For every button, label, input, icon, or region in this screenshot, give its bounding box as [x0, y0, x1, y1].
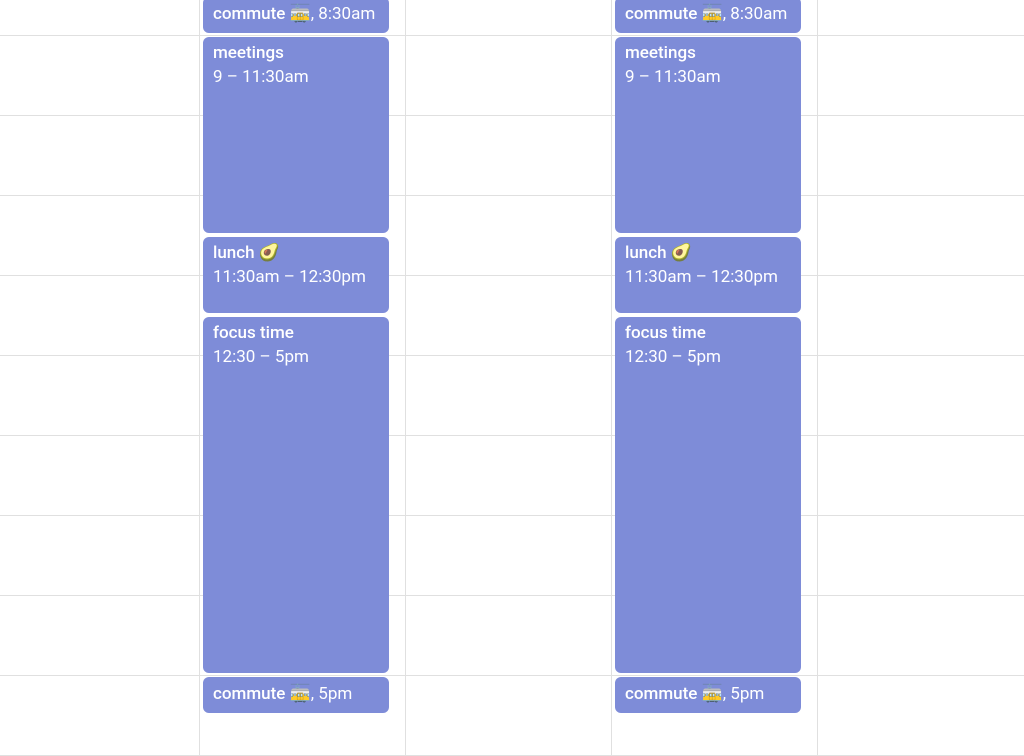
- day-gridline: [405, 0, 406, 755]
- event-time: 12:30 – 5pm: [213, 346, 379, 370]
- event-time: , 5pm: [723, 683, 765, 707]
- hour-gridline: [0, 595, 1024, 596]
- event-time: , 8:30am: [723, 3, 788, 27]
- day-gridline: [817, 0, 818, 755]
- calendar-event[interactable]: meetings9 – 11:30am: [203, 37, 389, 233]
- event-title: commute 🚋: [625, 3, 723, 27]
- event-title: focus time: [625, 322, 791, 346]
- calendar-event[interactable]: lunch 🥑11:30am – 12:30pm: [203, 237, 389, 313]
- calendar-grid[interactable]: commute 🚋, 8:30ammeetings9 – 11:30amlunc…: [0, 0, 1024, 755]
- event-time: 9 – 11:30am: [213, 66, 379, 90]
- event-time: 9 – 11:30am: [625, 66, 791, 90]
- event-title: lunch 🥑: [213, 242, 379, 266]
- event-title: lunch 🥑: [625, 242, 791, 266]
- calendar-event[interactable]: commute 🚋, 8:30am: [615, 0, 801, 33]
- event-title: focus time: [213, 322, 379, 346]
- event-title: meetings: [625, 42, 791, 66]
- hour-gridline: [0, 355, 1024, 356]
- hour-gridline: [0, 515, 1024, 516]
- event-title: commute 🚋: [625, 683, 723, 707]
- hour-gridline: [0, 35, 1024, 36]
- hour-gridline: [0, 435, 1024, 436]
- hour-gridline: [0, 195, 1024, 196]
- calendar-event[interactable]: commute 🚋, 5pm: [615, 677, 801, 713]
- event-time: , 8:30am: [311, 3, 376, 27]
- hour-gridline: [0, 675, 1024, 676]
- calendar-event[interactable]: commute 🚋, 5pm: [203, 677, 389, 713]
- calendar-event[interactable]: meetings9 – 11:30am: [615, 37, 801, 233]
- hour-gridline: [0, 275, 1024, 276]
- calendar-event[interactable]: focus time12:30 – 5pm: [615, 317, 801, 673]
- event-title: meetings: [213, 42, 379, 66]
- event-time: 11:30am – 12:30pm: [213, 266, 379, 290]
- hour-gridline: [0, 115, 1024, 116]
- calendar-event[interactable]: lunch 🥑11:30am – 12:30pm: [615, 237, 801, 313]
- day-gridline: [199, 0, 200, 755]
- calendar-event[interactable]: focus time12:30 – 5pm: [203, 317, 389, 673]
- day-gridline: [611, 0, 612, 755]
- calendar-event[interactable]: commute 🚋, 8:30am: [203, 0, 389, 33]
- event-title: commute 🚋: [213, 683, 311, 707]
- event-time: 11:30am – 12:30pm: [625, 266, 791, 290]
- event-time: 12:30 – 5pm: [625, 346, 791, 370]
- event-title: commute 🚋: [213, 3, 311, 27]
- event-time: , 5pm: [311, 683, 353, 707]
